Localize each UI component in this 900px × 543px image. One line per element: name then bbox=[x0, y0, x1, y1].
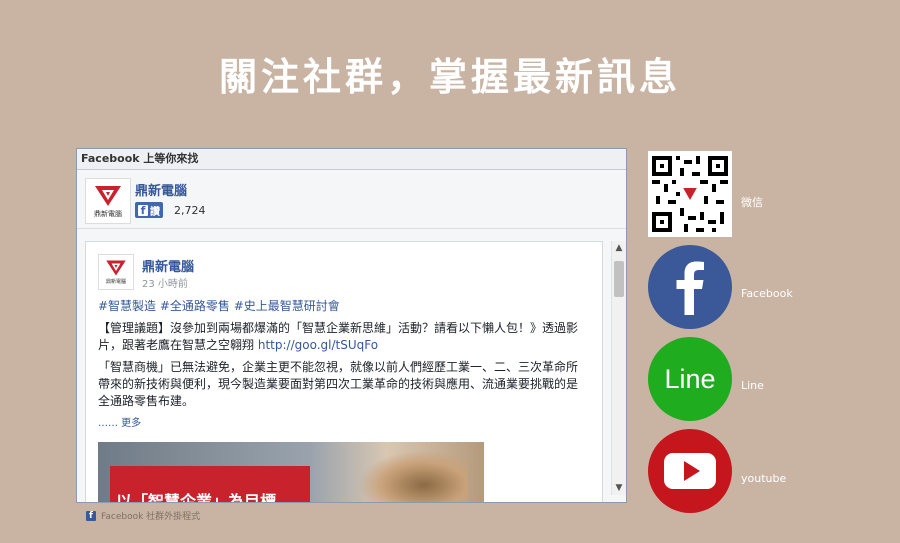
feed-post: 鼎新電腦 鼎新電腦 23 小時前 #智慧製造 #全通路零售 #史上最智慧研討會 … bbox=[85, 241, 603, 503]
facebook-icon bbox=[648, 245, 732, 329]
post-image[interactable]: 以「智慧企業」為目標， bbox=[98, 442, 484, 503]
plugin-footer[interactable]: f Facebook 社群外掛程式 bbox=[86, 509, 200, 522]
page-title: 關注社群，掌握最新訊息 bbox=[218, 55, 681, 99]
youtube-social-link[interactable] bbox=[648, 429, 732, 513]
scroll-thumb[interactable] bbox=[614, 261, 624, 297]
youtube-icon bbox=[648, 429, 732, 513]
eagle-image bbox=[358, 450, 468, 502]
line-logo-text: Line bbox=[664, 363, 716, 394]
plugin-note-text: Facebook 社群外掛程式 bbox=[101, 512, 201, 522]
facebook-page-widget: Facebook 上等你來找 鼎新電腦 鼎新電腦 f 讚 2,724 鼎新電腦 … bbox=[76, 148, 627, 503]
post-link[interactable]: http://goo.gl/tSUqFo bbox=[258, 338, 378, 352]
post-paragraph-1: 【管理議題】沒參加到兩場都爆滿的「智慧企業新思維」活動？請看以下懶人包！》透過影… bbox=[98, 320, 586, 354]
qr-code-icon bbox=[648, 152, 732, 236]
facebook-f-icon: f bbox=[138, 204, 148, 217]
post-author-avatar[interactable]: 鼎新電腦 bbox=[98, 254, 134, 290]
post-hashtags[interactable]: #智慧製造 #全通路零售 #史上最智慧研討會 bbox=[98, 298, 586, 315]
line-social-link[interactable]: Line bbox=[648, 337, 732, 421]
facebook-social-link[interactable] bbox=[648, 245, 732, 329]
logo-text: 鼎新電腦 bbox=[94, 209, 122, 218]
facebook-icon: f bbox=[86, 510, 96, 521]
line-icon: Line bbox=[648, 337, 732, 421]
post-scrollbar[interactable]: ▲ ▼ bbox=[611, 241, 626, 495]
wechat-qr-code[interactable] bbox=[648, 151, 732, 237]
scroll-down-icon[interactable]: ▼ bbox=[612, 481, 626, 495]
post-body: #智慧製造 #全通路零售 #史上最智慧研討會 【管理議題】沒參加到兩場都爆滿的「… bbox=[98, 298, 586, 437]
post-paragraph-2: 「智慧商機」已無法避免，企業主更不能忽視，就像以前人們經歷工業一、二、三次革命所… bbox=[98, 360, 579, 408]
wechat-label[interactable]: 微信 bbox=[741, 194, 763, 210]
post-author-link[interactable]: 鼎新電腦 bbox=[142, 256, 194, 275]
fb-page-header: 鼎新電腦 鼎新電腦 f 讚 2,724 bbox=[77, 170, 626, 229]
image-banner-text: 以「智慧企業」為目標， bbox=[116, 492, 293, 503]
widget-header: Facebook 上等你來找 bbox=[77, 149, 626, 170]
see-more-link[interactable]: …… 更多 bbox=[98, 415, 586, 432]
scroll-up-icon[interactable]: ▲ bbox=[612, 241, 626, 255]
like-count: 2,724 bbox=[174, 204, 206, 217]
page-name-link[interactable]: 鼎新電腦 bbox=[135, 180, 187, 199]
logo-text: 鼎新電腦 bbox=[105, 279, 126, 285]
brand-logo-icon bbox=[106, 260, 126, 276]
brand-logo-icon bbox=[95, 185, 121, 206]
like-label: 讚 bbox=[150, 206, 160, 218]
facebook-label[interactable]: Facebook bbox=[741, 287, 793, 300]
post-timestamp[interactable]: 23 小時前 bbox=[142, 275, 188, 290]
line-label[interactable]: Line bbox=[741, 379, 764, 392]
youtube-label[interactable]: youtube bbox=[741, 472, 786, 485]
page-logo[interactable]: 鼎新電腦 bbox=[85, 178, 131, 224]
like-button[interactable]: f 讚 bbox=[135, 202, 163, 218]
